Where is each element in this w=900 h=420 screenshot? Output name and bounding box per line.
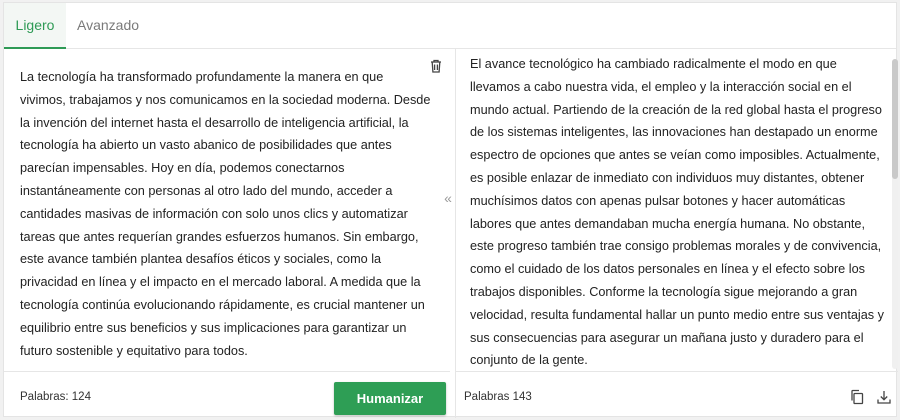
humanizer-panel: Ligero Avanzado La tecnología ha transfo… xyxy=(3,2,898,418)
output-pane: El avance tecnológico ha cambiado radica… xyxy=(455,49,898,371)
mode-tabs: Ligero Avanzado xyxy=(4,3,896,49)
input-word-count: Palabras: 124 xyxy=(20,391,91,403)
output-scrollbar[interactable] xyxy=(892,59,898,369)
scrollbar-thumb[interactable] xyxy=(892,59,898,179)
output-text: El avance tecnológico ha cambiado radica… xyxy=(470,57,885,368)
trash-icon[interactable] xyxy=(428,58,444,74)
output-word-count: Palabras 143 xyxy=(464,391,532,403)
tab-ligero[interactable]: Ligero xyxy=(4,3,66,49)
tab-avanzado[interactable]: Avanzado xyxy=(77,3,139,49)
copy-icon[interactable] xyxy=(849,389,865,405)
collapse-handle-icon[interactable]: « xyxy=(441,188,455,208)
input-footer: Palabras: 124 Humanizar xyxy=(4,371,450,418)
input-textarea[interactable]: La tecnología ha transformado profundame… xyxy=(20,66,432,362)
download-icon[interactable] xyxy=(876,389,892,405)
humanize-button[interactable]: Humanizar xyxy=(334,382,446,415)
input-pane: La tecnología ha transformado profundame… xyxy=(4,49,450,371)
output-footer: Palabras 143 xyxy=(455,371,898,418)
